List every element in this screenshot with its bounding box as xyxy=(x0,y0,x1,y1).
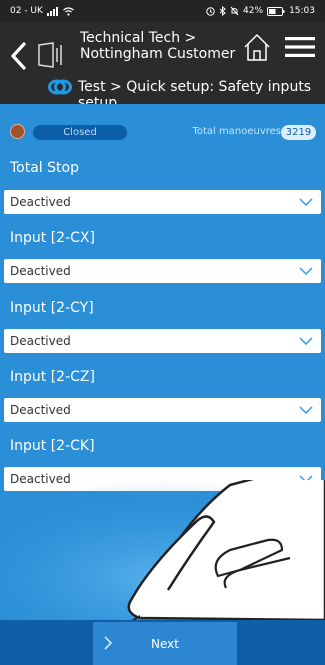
next-button-label: Next xyxy=(151,636,179,651)
battery-percent: 42% xyxy=(243,6,264,16)
manoeuvres-label: Total manoeuvres xyxy=(192,126,281,137)
field-label-total-stop: Total Stop xyxy=(10,160,79,176)
carrier-label: 02 - UK xyxy=(10,6,43,16)
clock: 15:03 xyxy=(289,6,315,16)
home-icon[interactable] xyxy=(242,32,272,64)
next-button[interactable]: Next xyxy=(93,622,237,665)
link-icon xyxy=(48,79,72,95)
pointing-hand-illustration xyxy=(0,480,325,620)
status-row: Closed Total manoeuvres 3219 xyxy=(0,112,325,152)
title-line-2: Nottingham Customer xyxy=(80,46,236,62)
signal-icon xyxy=(46,6,58,16)
app-header: Technical Tech > Nottingham Customer Tes… xyxy=(0,22,325,111)
battery-icon xyxy=(267,6,285,16)
mute-icon xyxy=(230,6,239,16)
gate-state-badge: Closed xyxy=(33,125,127,140)
manoeuvres-count-badge: 3219 xyxy=(281,125,316,140)
select-value: Deactived xyxy=(10,403,71,417)
select-value: Deactived xyxy=(10,264,71,278)
header-title: Technical Tech > Nottingham Customer xyxy=(80,30,240,62)
breadcrumb: Test > Quick setup: Safety inputs setup xyxy=(0,74,325,111)
status-indicator xyxy=(10,124,25,139)
footer-bar: Next xyxy=(0,620,325,665)
field-label-input-2cy: Input [2-CY] xyxy=(10,300,94,316)
chevron-down-icon xyxy=(299,198,313,207)
hamburger-menu-icon[interactable] xyxy=(285,35,315,59)
select-value: Deactived xyxy=(10,334,71,348)
alarm-icon xyxy=(206,6,215,16)
field-label-input-2cz: Input [2-CZ] xyxy=(10,369,95,385)
title-line-1: Technical Tech > xyxy=(80,30,197,46)
wifi-icon xyxy=(63,6,74,16)
field-label-input-2ck: Input [2-CK] xyxy=(10,438,95,454)
select-value: Deactived xyxy=(10,195,71,209)
chevron-down-icon xyxy=(299,337,313,346)
select-input-2cz[interactable]: Deactived xyxy=(4,398,321,422)
select-total-stop[interactable]: Deactived xyxy=(4,190,321,214)
status-bar: 02 - UK 42% 15:03 xyxy=(0,0,325,22)
chevron-down-icon xyxy=(299,267,313,276)
chevron-left-icon xyxy=(11,42,26,70)
back-button[interactable] xyxy=(6,36,30,76)
select-input-2cx[interactable]: Deactived xyxy=(4,259,321,283)
select-input-2cy[interactable]: Deactived xyxy=(4,329,321,353)
chevron-right-icon xyxy=(104,636,113,650)
bluetooth-icon xyxy=(219,6,226,16)
field-label-input-2cx: Input [2-CX] xyxy=(10,230,95,246)
document-icon[interactable] xyxy=(36,40,66,70)
chevron-down-icon xyxy=(299,406,313,415)
